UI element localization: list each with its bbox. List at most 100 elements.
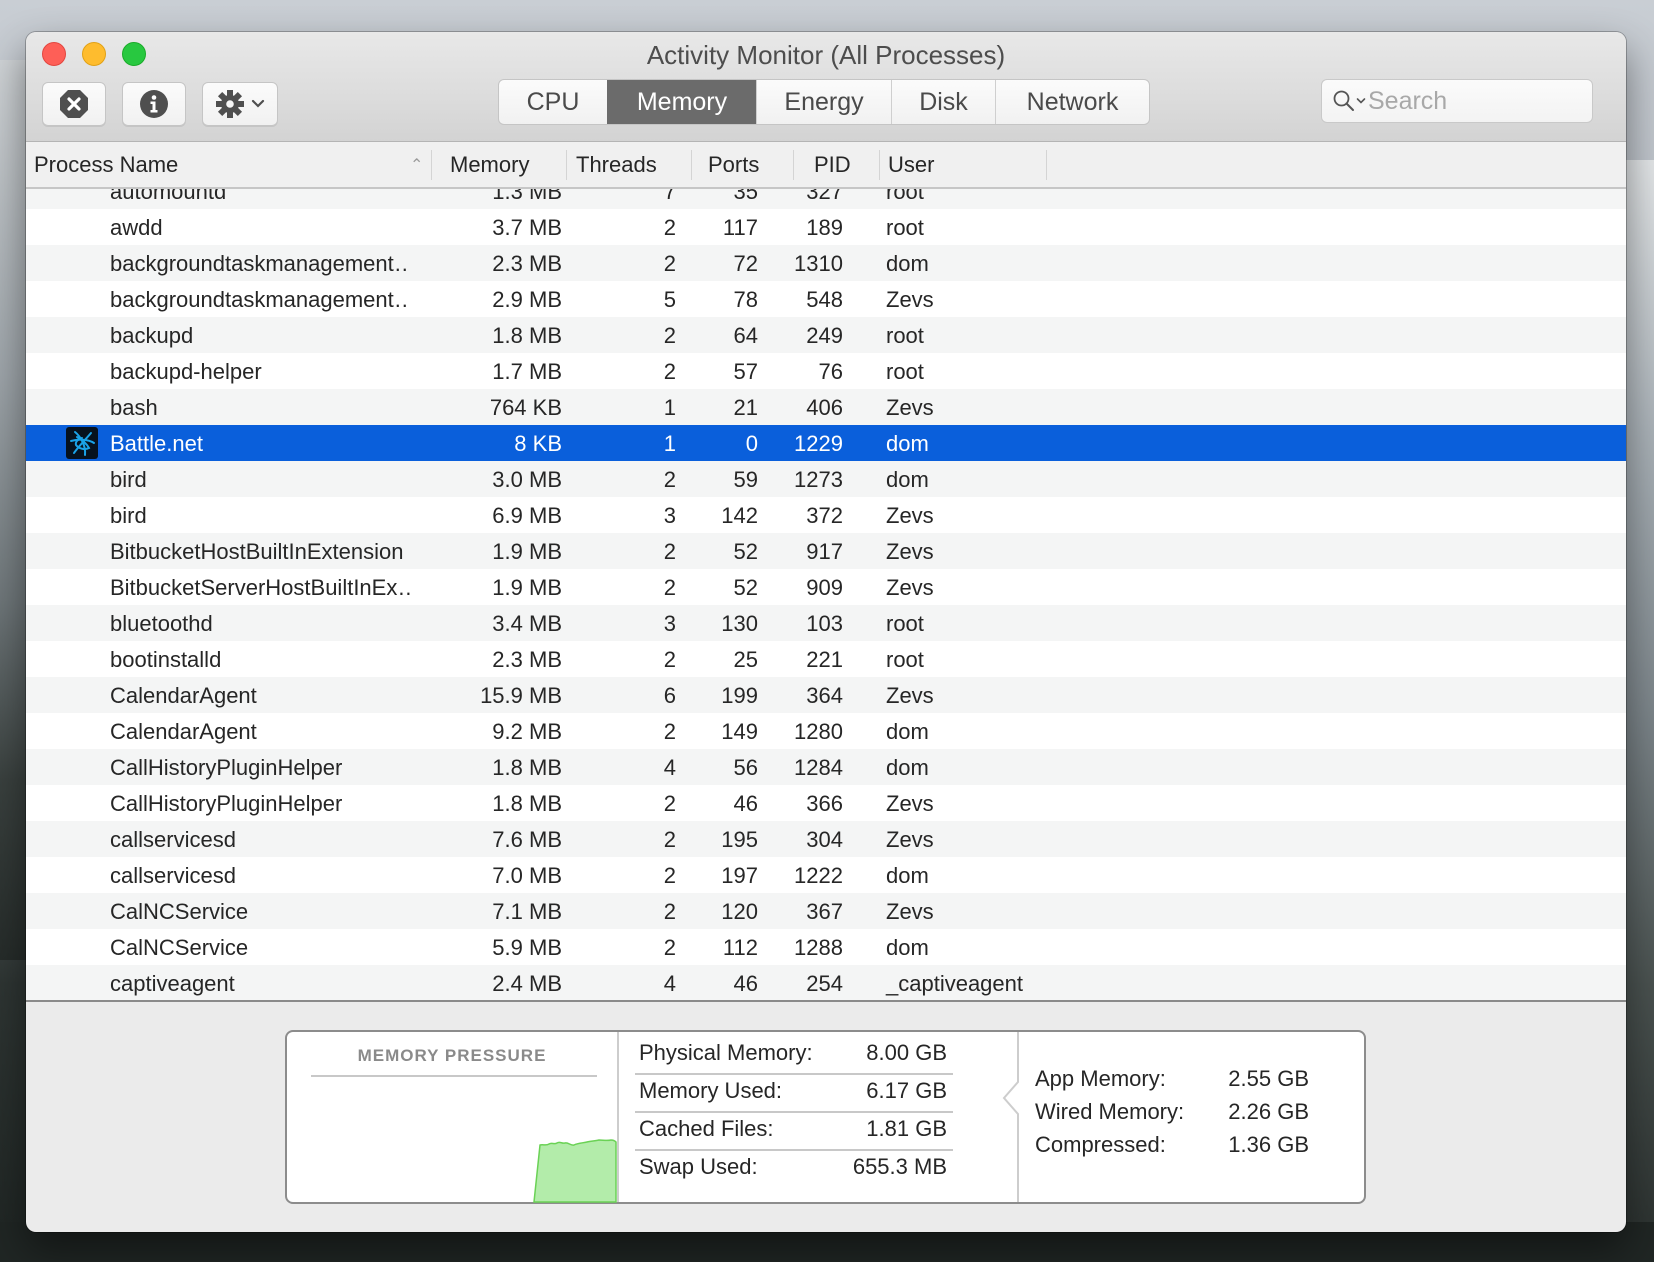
user-value: dom [886, 755, 929, 780]
process-name: CalNCService [110, 899, 249, 924]
search-field[interactable] [1321, 79, 1593, 123]
breakdown-label: Wired Memory: [1035, 1099, 1185, 1124]
table-row[interactable]: backgroundtaskmanagement… 2.3 MB 2 72 1310 do… [26, 245, 1626, 281]
quit-process-button[interactable] [42, 82, 106, 126]
user-value: Zevs [886, 899, 934, 924]
user-value: root [886, 323, 924, 348]
pid-value: 1229 [794, 431, 843, 456]
table-row[interactable]: Battle.net 8 KB 1 0 1229 dom [26, 425, 1626, 461]
table-row[interactable]: bluetoothd 3.4 MB 3 130 103 root [26, 605, 1626, 641]
process-name: bash [110, 395, 158, 420]
actions-menu-button[interactable] [202, 82, 278, 126]
table-row[interactable]: CallHistoryPluginHelper 1.8 MB 4 56 1284 dom [26, 749, 1626, 785]
memory-pressure-divider [311, 1075, 597, 1077]
table-row[interactable]: CallHistoryPluginHelper 1.8 MB 2 46 366 Zevs [26, 785, 1626, 821]
inspect-process-button[interactable] [122, 82, 186, 126]
table-row[interactable]: CalNCService 5.9 MB 2 112 1288 dom [26, 929, 1626, 965]
table-row[interactable]: callservicesd 7.6 MB 2 195 304 Zevs [26, 821, 1626, 857]
column-header-threads[interactable]: Threads [576, 142, 657, 187]
table-row[interactable]: bird 6.9 MB 3 142 372 Zevs [26, 497, 1626, 533]
column-header-memory[interactable]: Memory [450, 142, 529, 187]
column-divider[interactable] [1046, 150, 1047, 180]
user-value: Zevs [886, 503, 934, 528]
ports-value: 59 [733, 467, 758, 492]
memory-value: 7.6 MB [492, 827, 562, 852]
chevron-down-icon [1356, 98, 1366, 104]
stat-value: 1.81 GB [866, 1116, 947, 1141]
search-input[interactable] [1368, 86, 1588, 116]
memory-value: 1.3 MB [492, 189, 562, 204]
tab-cpu[interactable]: CPU [499, 80, 607, 124]
memory-pressure-graph [533, 1139, 617, 1203]
table-row[interactable]: CalendarAgent 15.9 MB 6 199 364 Zevs [26, 677, 1626, 713]
table-row[interactable]: awdd 3.7 MB 2 117 189 root [26, 209, 1626, 245]
threads-value: 2 [663, 899, 676, 924]
stat-value: 6.17 GB [866, 1078, 947, 1103]
pid-value: 372 [806, 503, 843, 528]
table-row[interactable]: bootinstalld 2.3 MB 2 25 221 root [26, 641, 1626, 677]
column-divider[interactable] [566, 150, 567, 180]
chevron-down-icon [251, 99, 265, 108]
tab-disk[interactable]: Disk [891, 80, 995, 124]
ports-value: 197 [721, 863, 758, 888]
table-row[interactable]: captiveagent 2.4 MB 4 46 254 _captiveagent [26, 965, 1626, 1000]
threads-value: 4 [663, 971, 676, 996]
memory-value: 6.9 MB [492, 503, 562, 528]
memory-value: 1.8 MB [492, 791, 562, 816]
user-value: root [886, 611, 924, 636]
table-row[interactable]: callservicesd 7.0 MB 2 197 1222 dom [26, 857, 1626, 893]
breakdown-value: 2.26 GB [1228, 1099, 1309, 1124]
user-value: Zevs [886, 395, 934, 420]
column-header-process-name[interactable]: Process Name [34, 142, 178, 187]
table-row[interactable]: bash 764 KB 1 21 406 Zevs [26, 389, 1626, 425]
ports-value: 46 [733, 971, 758, 996]
threads-value: 2 [663, 251, 676, 276]
breakdown-divider-arrow [1002, 1032, 1019, 1202]
user-value: Zevs [886, 791, 934, 816]
tab-energy[interactable]: Energy [756, 80, 891, 124]
ports-value: 52 [733, 539, 758, 564]
threads-value: 2 [663, 827, 676, 852]
user-value: dom [886, 863, 929, 888]
threads-value: 2 [663, 647, 676, 672]
memory-value: 1.9 MB [492, 539, 562, 564]
memory-pressure-title: MEMORY PRESSURE [357, 1046, 547, 1065]
ports-value: 130 [721, 611, 758, 636]
toolbar: Activity Monitor (All Processes) CPU Mem… [26, 32, 1626, 142]
pid-value: 1280 [794, 719, 843, 744]
pid-value: 917 [806, 539, 843, 564]
table-row[interactable]: CalendarAgent 9.2 MB 2 149 1280 dom [26, 713, 1626, 749]
column-header-ports[interactable]: Ports [708, 142, 759, 187]
column-header-pid[interactable]: PID [814, 142, 851, 187]
process-name: bird [110, 467, 147, 492]
threads-value: 2 [663, 935, 676, 960]
ports-value: 195 [721, 827, 758, 852]
table-row[interactable]: automountd 1.3 MB 7 35 327 root [26, 189, 1626, 209]
column-divider[interactable] [691, 150, 692, 180]
table-row[interactable]: CalNCService 7.1 MB 2 120 367 Zevs [26, 893, 1626, 929]
table-row[interactable]: BitbucketServerHostBuiltInEx… 1.9 MB 2 52 90… [26, 569, 1626, 605]
tab-network[interactable]: Network [995, 80, 1149, 124]
table-row[interactable]: backupd-helper 1.7 MB 2 57 76 root [26, 353, 1626, 389]
column-header-user[interactable]: User [888, 142, 934, 187]
column-divider[interactable] [793, 150, 794, 180]
pid-value: 1273 [794, 467, 843, 492]
pid-value: 327 [806, 189, 843, 204]
ports-value: 120 [721, 899, 758, 924]
memory-value: 1.8 MB [492, 323, 562, 348]
column-divider[interactable] [431, 150, 432, 180]
table-row[interactable]: bird 3.0 MB 2 59 1273 dom [26, 461, 1626, 497]
memory-value: 15.9 MB [480, 683, 562, 708]
table-row[interactable]: backupd 1.8 MB 2 64 249 root [26, 317, 1626, 353]
column-divider[interactable] [879, 150, 880, 180]
threads-value: 6 [663, 683, 676, 708]
table-row[interactable]: BitbucketHostBuiltInExtension 1.9 MB 2 52 91… [26, 533, 1626, 569]
threads-value: 1 [663, 431, 676, 456]
pid-value: 76 [818, 359, 843, 384]
process-name: CallHistoryPluginHelper [110, 791, 343, 816]
user-value: Zevs [886, 575, 934, 600]
memory-value: 3.0 MB [492, 467, 562, 492]
table-row[interactable]: backgroundtaskmanagement… 2.9 MB 5 78 548 Zev… [26, 281, 1626, 317]
tab-memory[interactable]: Memory [607, 80, 756, 124]
user-value: Zevs [886, 287, 934, 312]
